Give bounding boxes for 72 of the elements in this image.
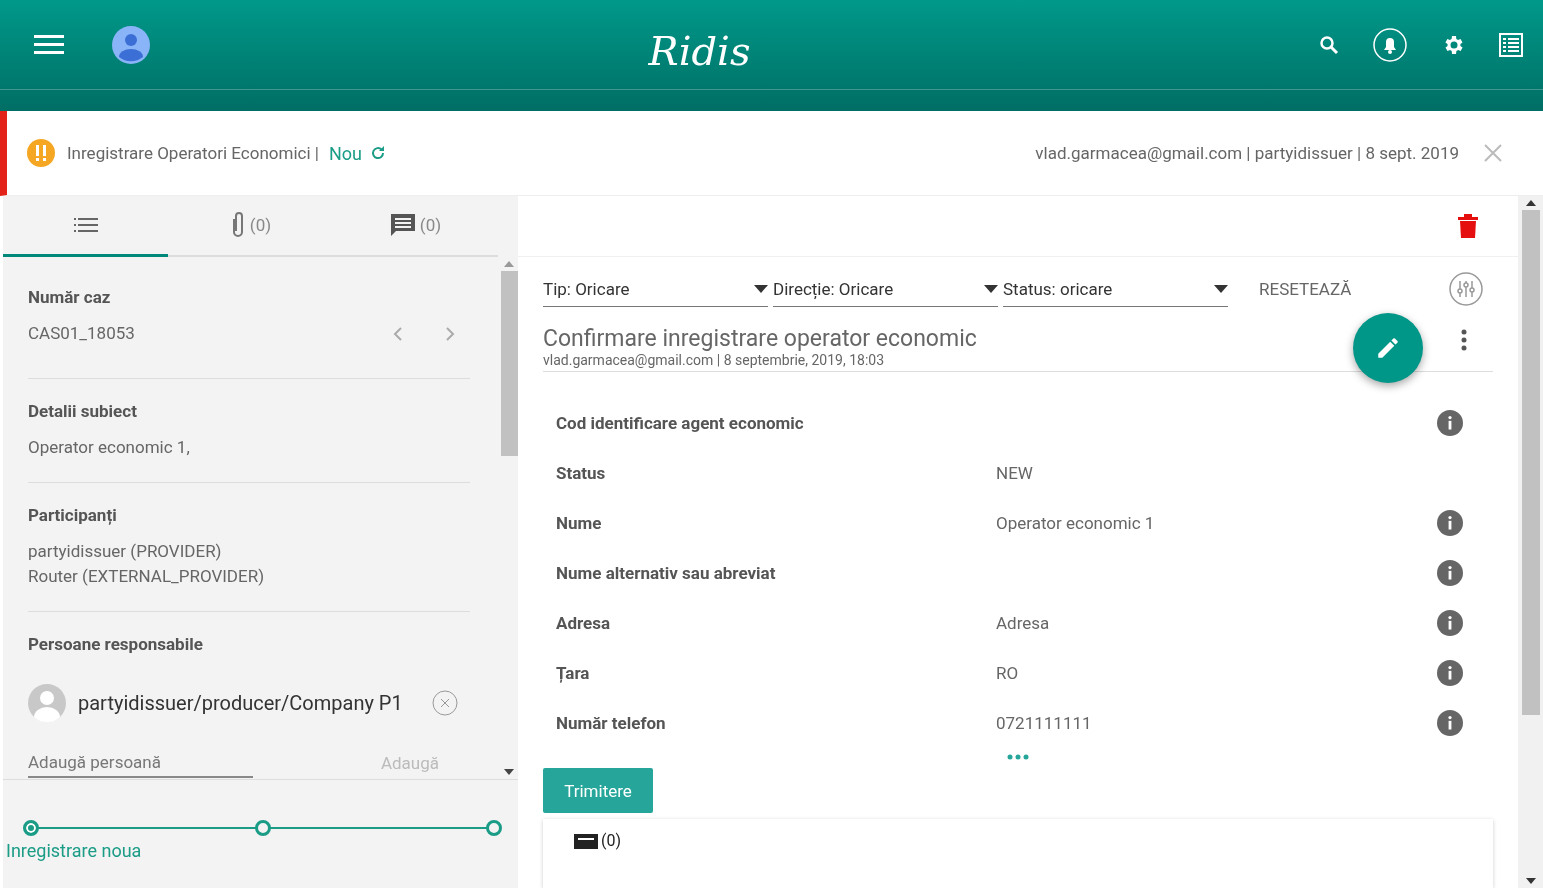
search-button[interactable] (1319, 34, 1339, 55)
scroll-down-icon[interactable] (504, 769, 514, 775)
participant: Router (EXTERNAL_PROVIDER) (28, 565, 266, 588)
case-title: Inregistrare Operatori Economici | (67, 143, 319, 163)
remove-button[interactable] (432, 690, 458, 716)
avatar-icon (28, 684, 66, 722)
field-label: Cod identificare agent economic (556, 413, 805, 433)
field-value: 0721111111 (996, 713, 1093, 733)
filter-settings-button[interactable] (1449, 272, 1483, 306)
warning-icon (27, 139, 55, 167)
edit-button[interactable] (1353, 313, 1423, 383)
comment-icon (389, 213, 416, 237)
field-label: Adresa (556, 613, 612, 633)
participants-label: Participanți (28, 505, 118, 525)
info-icon[interactable] (1437, 710, 1463, 736)
info-icon[interactable] (1437, 510, 1463, 536)
field-label: Nume alternativ sau abreviat (556, 563, 777, 583)
field-label: Număr telefon (556, 713, 667, 733)
add-person-field[interactable]: Adaugă persoană (28, 748, 253, 778)
caret-icon (754, 284, 768, 293)
scroll-up-icon[interactable] (1525, 200, 1536, 206)
info-icon[interactable] (1437, 660, 1463, 686)
field-label: Nume (556, 513, 603, 533)
message-title: Confirmare inregistrare operator economic (543, 325, 977, 352)
field-value: NEW (996, 463, 1034, 483)
more-button[interactable] (1461, 329, 1467, 351)
step-label: Inregistrare noua (6, 840, 142, 861)
step-dot[interactable] (254, 820, 271, 836)
app-logo: Ridis (647, 26, 752, 74)
step-dot[interactable] (486, 820, 502, 836)
case-meta: vlad.garmacea@gmail.com | partyidissuer | 8 sept. 2019 (1035, 143, 1459, 163)
subject-label: Detalii subiect (28, 401, 138, 421)
scrollbar-thumb[interactable] (500, 271, 518, 456)
info-icon[interactable] (1437, 560, 1463, 586)
field-label: Status (556, 463, 607, 483)
list-icon (73, 217, 98, 233)
submit-button[interactable]: Trimitere (543, 768, 653, 813)
refresh-button[interactable] (369, 145, 386, 161)
filter-select[interactable]: Tip: Oricare (543, 271, 768, 307)
participant: partyidissuer (PROVIDER) (28, 540, 223, 563)
message-meta: vlad.garmacea@gmail.com | 8 septembrie, 2019, 18:03 (543, 352, 885, 368)
reset-button[interactable]: RESETEAZĂ (1253, 278, 1358, 300)
responsible-label: Persoane responsabile (28, 634, 204, 654)
delete-button[interactable] (1458, 214, 1478, 238)
panel-tab[interactable]: (0) (333, 196, 498, 257)
pencil-icon (1375, 335, 1401, 361)
menu-button[interactable] (34, 34, 64, 55)
more-dots-button[interactable] (1007, 754, 1029, 760)
table-button[interactable] (1499, 32, 1523, 57)
field-value: Adresa (996, 613, 1051, 633)
field-value: RO (996, 663, 1020, 683)
notifications-button[interactable] (1373, 27, 1407, 62)
filter-select[interactable]: Status: oricare (1003, 271, 1228, 307)
field-value: Operator economic 1 (996, 513, 1156, 533)
info-icon[interactable] (1437, 410, 1463, 436)
comment-icon (573, 833, 599, 849)
filter-select[interactable]: Direcție: Oricare (773, 271, 998, 307)
status-label: Nou (328, 142, 362, 164)
case-number-label: Număr caz (28, 287, 112, 307)
info-icon[interactable] (1437, 610, 1463, 636)
field-label: Țara (556, 663, 591, 683)
subject-value: Operator economic 1, (28, 436, 191, 459)
comments-count: (0) (601, 833, 622, 849)
person-name: partyidissuer/producer/Company P1 (78, 691, 403, 715)
avatar-button[interactable] (112, 25, 150, 64)
scrollbar-thumb[interactable] (1521, 210, 1540, 715)
case-number: CAS01_18053 (28, 322, 135, 345)
caret-icon (1214, 284, 1228, 293)
step-dot[interactable] (23, 820, 39, 836)
scroll-down-icon[interactable] (1525, 878, 1536, 884)
panel-tab[interactable]: (0) (168, 196, 333, 257)
caret-icon (984, 284, 998, 293)
